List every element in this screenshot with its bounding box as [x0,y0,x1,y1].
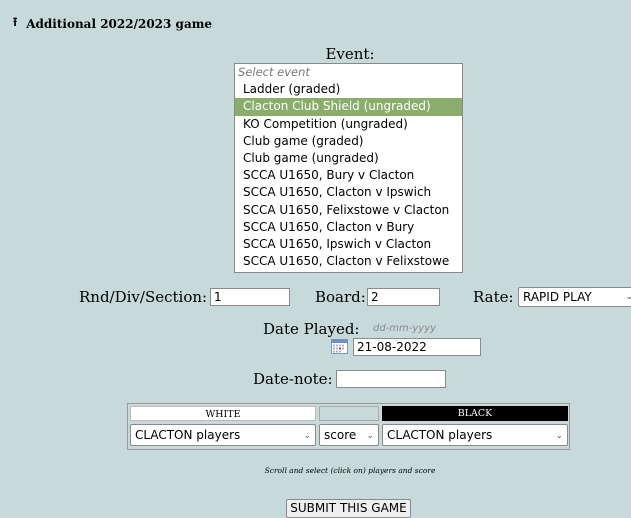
event-option[interactable]: KO Competition (ungraded) [235,116,462,133]
rate-label: Rate: [473,288,514,306]
calendar-icon[interactable] [331,338,348,354]
date-hint: dd-mm-yyyy [373,323,437,334]
chevron-down-icon: ⌄ [555,431,563,441]
instruction-note: Scroll and select (click on) players and… [264,466,436,475]
board-label: Board: [315,288,366,306]
event-placeholder[interactable]: Select event [235,64,462,81]
date-input[interactable]: 21-08-2022 [353,338,481,356]
event-option[interactable]: SCCA U1650, Ipswich v Clacton [235,236,462,253]
white-player-value: CLACTON players [135,428,241,442]
event-label: Event: [325,45,375,63]
black-header: BLACK [382,406,568,421]
event-option[interactable]: SCCA U1650, Felixstowe v Clacton [235,202,462,219]
event-option[interactable]: SCCA U1650, Clacton v Felixstowe [235,253,462,270]
score-select[interactable]: score ⌄ [319,424,379,446]
score-header [319,406,379,421]
black-player-select[interactable]: CLACTON players ⌄ [382,424,568,446]
event-listbox[interactable]: Select event Ladder (graded) Clacton Club … [234,63,463,273]
event-option[interactable]: Ladder (graded) [235,81,462,98]
event-option[interactable]: SCCA U1650, Clacton v Ipswich [235,184,462,201]
page-title: Additional 2022/2023 game [26,16,213,31]
round-label: Rnd/Div/Section: [79,288,208,306]
players-table: WHITE BLACK CLACTON players ⌄ score ⌄ CL… [127,403,570,450]
datenote-label: Date-note: [253,370,333,388]
event-option[interactable]: Clacton Club Shield (ungraded) [235,98,462,116]
date-label: Date Played: [263,320,360,338]
score-value: score [324,428,357,442]
chevron-down-icon: ⌄ [625,289,631,305]
submit-button[interactable]: SUBMIT THIS GAME [286,499,411,518]
black-player-value: CLACTON players [387,428,493,442]
event-option[interactable]: SCCA U1650, Bury v Clacton [235,167,462,184]
event-option[interactable]: Club game (ungraded) [235,150,462,167]
datenote-input[interactable] [336,370,446,388]
white-header: WHITE [130,406,316,421]
up-arrow-icon[interactable]: ⭱ [13,13,17,34]
chevron-down-icon: ⌄ [303,431,311,441]
page-header: ⭱ Additional 2022/2023 game [13,13,212,34]
event-option[interactable]: Club game (graded) [235,133,462,150]
round-input[interactable]: 1 [210,288,290,306]
board-input[interactable]: 2 [367,288,440,306]
white-player-select[interactable]: CLACTON players ⌄ [130,424,316,446]
chevron-down-icon: ⌄ [366,431,374,441]
rate-value: RAPID PLAY [523,290,592,304]
rate-select[interactable]: RAPID PLAY ⌄ [518,287,631,307]
event-option[interactable]: SCCA U1650, Clacton v Bury [235,219,462,236]
